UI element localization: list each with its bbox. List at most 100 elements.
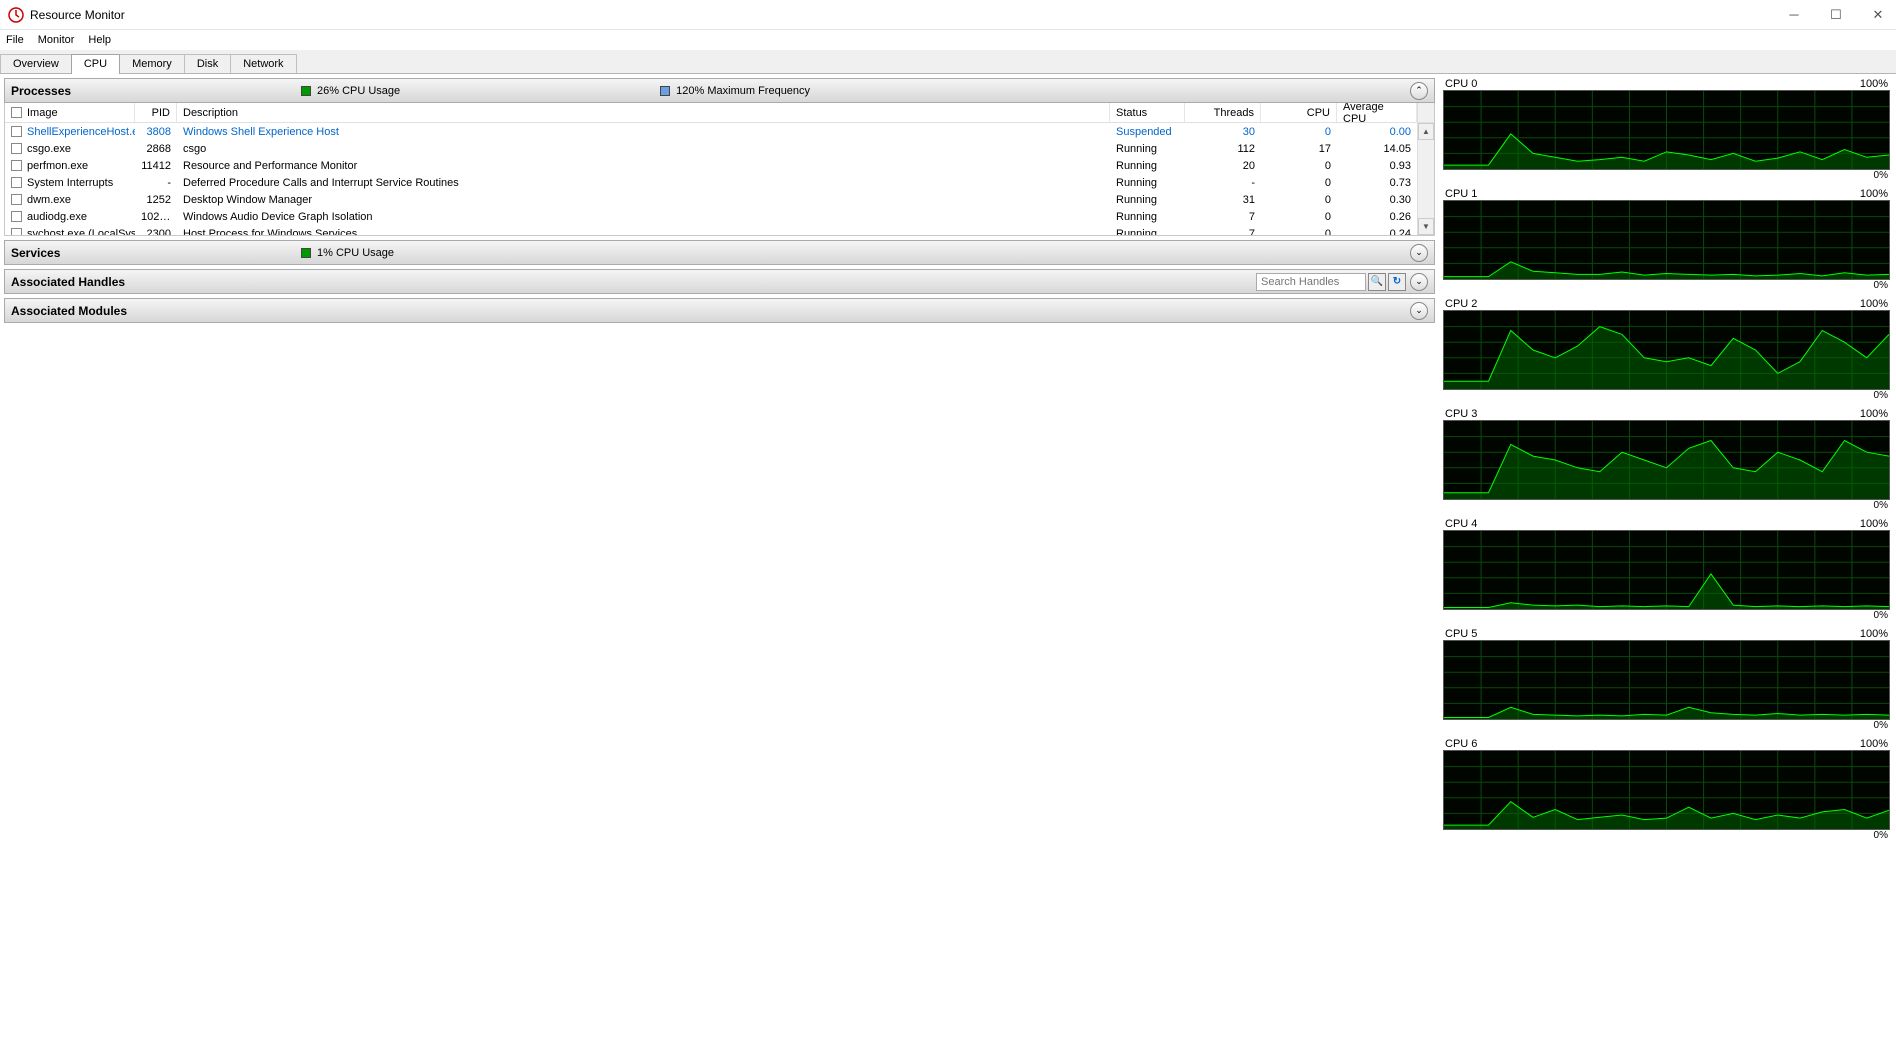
expand-icon[interactable]: ⌄ xyxy=(1410,244,1428,262)
tab-disk[interactable]: Disk xyxy=(184,54,231,73)
chart-area xyxy=(1443,640,1890,720)
tab-overview[interactable]: Overview xyxy=(0,54,72,73)
process-threads: 7 xyxy=(1185,228,1261,236)
handles-header[interactable]: Associated Handles 🔍 ↻ ⌄ xyxy=(4,269,1435,294)
scroll-down-icon[interactable]: ▼ xyxy=(1418,218,1434,235)
col-desc[interactable]: Description xyxy=(177,103,1110,122)
scroll-up-icon[interactable]: ▲ xyxy=(1418,123,1434,140)
process-desc: Deferred Procedure Calls and Interrupt S… xyxy=(177,177,1110,189)
process-threads: 30 xyxy=(1185,126,1261,138)
chart-max-label: 100% xyxy=(1860,408,1888,420)
process-desc: Windows Audio Device Graph Isolation xyxy=(177,211,1110,223)
services-cpu-box xyxy=(301,248,311,258)
process-status: Running xyxy=(1110,160,1185,172)
process-image: svchost.exe (LocalSystemNet... xyxy=(27,228,135,236)
col-image[interactable]: Image xyxy=(5,103,135,122)
tab-network[interactable]: Network xyxy=(230,54,296,73)
process-pid: 3808 xyxy=(135,126,177,138)
minimize-button[interactable]: ─ xyxy=(1784,5,1804,25)
checkbox[interactable] xyxy=(11,177,22,188)
menubar: File Monitor Help xyxy=(0,30,1896,50)
table-row[interactable]: perfmon.exe11412Resource and Performance… xyxy=(5,157,1434,174)
close-button[interactable]: ✕ xyxy=(1868,5,1888,25)
chart-area xyxy=(1443,310,1890,390)
process-cpu: 0 xyxy=(1261,194,1337,206)
chart-area xyxy=(1443,750,1890,830)
expand-icon[interactable]: ⌄ xyxy=(1410,302,1428,320)
chart-min-label: 0% xyxy=(1443,830,1890,841)
process-avgcpu: 14.05 xyxy=(1337,143,1417,155)
process-image: perfmon.exe xyxy=(27,160,88,172)
col-status[interactable]: Status xyxy=(1110,103,1185,122)
table-row[interactable]: System Interrupts-Deferred Procedure Cal… xyxy=(5,174,1434,191)
expand-icon[interactable]: ⌄ xyxy=(1410,273,1428,291)
tab-cpu[interactable]: CPU xyxy=(71,54,120,74)
modules-header[interactable]: Associated Modules ⌄ xyxy=(4,298,1435,323)
scrollbar[interactable]: ▲ ▼ xyxy=(1417,123,1434,235)
chart-max-label: 100% xyxy=(1860,628,1888,640)
process-cpu: 17 xyxy=(1261,143,1337,155)
chart-max-label: 100% xyxy=(1860,298,1888,310)
chart-max-label: 100% xyxy=(1860,518,1888,530)
maximize-button[interactable]: ☐ xyxy=(1826,5,1846,25)
process-status: Running xyxy=(1110,211,1185,223)
process-desc: Resource and Performance Monitor xyxy=(177,160,1110,172)
chart-min-label: 0% xyxy=(1443,280,1890,291)
table-row[interactable]: svchost.exe (LocalSystemNet...2300Host P… xyxy=(5,225,1434,235)
chart-title: CPU 5 xyxy=(1445,628,1477,640)
chart-area xyxy=(1443,530,1890,610)
search-icon[interactable]: 🔍 xyxy=(1368,273,1386,291)
menu-monitor[interactable]: Monitor xyxy=(38,34,75,46)
chart-min-label: 0% xyxy=(1443,170,1890,181)
cpu-chart: CPU 6100%0% xyxy=(1443,738,1890,841)
checkbox[interactable] xyxy=(11,228,22,235)
menu-file[interactable]: File xyxy=(6,34,24,46)
cpu-usage-label: 26% CPU Usage xyxy=(317,85,400,97)
process-pid: 2300 xyxy=(135,228,177,236)
process-desc: csgo xyxy=(177,143,1110,155)
menu-help[interactable]: Help xyxy=(88,34,111,46)
chart-title: CPU 1 xyxy=(1445,188,1477,200)
checkbox[interactable] xyxy=(11,126,22,137)
process-image: dwm.exe xyxy=(27,194,71,206)
col-avgcpu[interactable]: Average CPU xyxy=(1337,103,1417,122)
titlebar: Resource Monitor ─ ☐ ✕ xyxy=(0,0,1896,30)
col-threads[interactable]: Threads xyxy=(1185,103,1261,122)
process-cpu: 0 xyxy=(1261,177,1337,189)
refresh-icon[interactable]: ↻ xyxy=(1388,273,1406,291)
search-handles-input[interactable] xyxy=(1256,273,1366,291)
process-threads: 20 xyxy=(1185,160,1261,172)
chart-min-label: 0% xyxy=(1443,720,1890,731)
cpu-chart: CPU 3 100% 0% xyxy=(1443,408,1890,511)
cpu-usage-box xyxy=(301,86,311,96)
process-image: csgo.exe xyxy=(27,143,71,155)
checkbox-all[interactable] xyxy=(11,107,22,118)
table-row[interactable]: audiodg.exe10220Windows Audio Device Gra… xyxy=(5,208,1434,225)
col-pid[interactable]: PID xyxy=(135,103,177,122)
process-pid: 2868 xyxy=(135,143,177,155)
tab-memory[interactable]: Memory xyxy=(119,54,185,73)
processes-header[interactable]: Processes 26% CPU Usage 120% Maximum Fre… xyxy=(4,78,1435,103)
process-desc: Host Process for Windows Services xyxy=(177,228,1110,236)
process-status: Running xyxy=(1110,194,1185,206)
services-header[interactable]: Services 1% CPU Usage ⌄ xyxy=(4,240,1435,265)
tabbar: Overview CPU Memory Disk Network xyxy=(0,50,1896,74)
col-cpu[interactable]: CPU xyxy=(1261,103,1337,122)
process-avgcpu: 0.73 xyxy=(1337,177,1417,189)
chart-max-label: 100% xyxy=(1860,738,1888,750)
cpu-chart: CPU 0100%0% xyxy=(1443,78,1890,181)
table-row[interactable]: csgo.exe2868csgoRunning1121714.05 xyxy=(5,140,1434,157)
processes-title: Processes xyxy=(11,84,241,98)
chart-title: CPU 3 xyxy=(1445,408,1477,420)
chart-min-label: 0% xyxy=(1443,500,1890,511)
table-row[interactable]: dwm.exe1252Desktop Window ManagerRunning… xyxy=(5,191,1434,208)
checkbox[interactable] xyxy=(11,160,22,171)
checkbox[interactable] xyxy=(11,143,22,154)
checkbox[interactable] xyxy=(11,211,22,222)
collapse-icon[interactable]: ⌃ xyxy=(1410,82,1428,100)
process-status: Suspended xyxy=(1110,126,1185,138)
table-row[interactable]: ShellExperienceHost.exe3808Windows Shell… xyxy=(5,123,1434,140)
chart-title: CPU 0 xyxy=(1445,78,1477,90)
checkbox[interactable] xyxy=(11,194,22,205)
chart-area xyxy=(1443,90,1890,170)
